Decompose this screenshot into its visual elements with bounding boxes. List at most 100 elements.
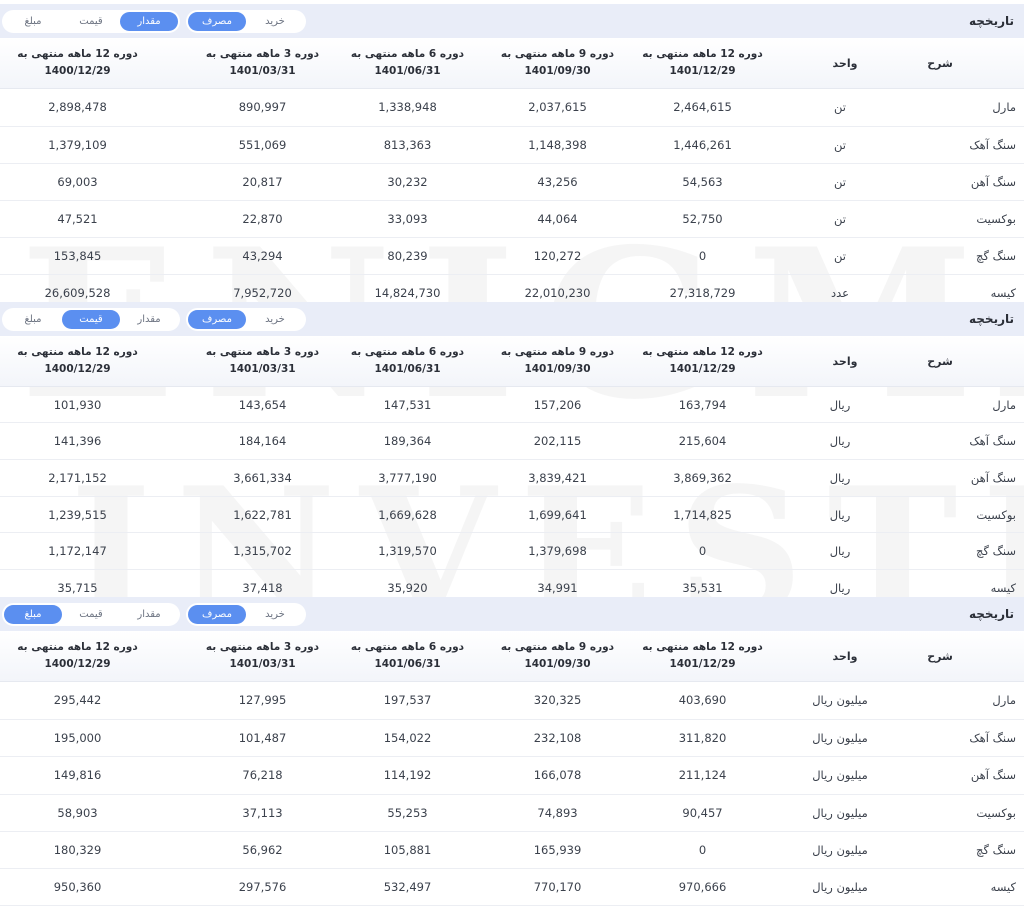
section-title: تاریخچه — [969, 14, 1014, 28]
toggle-bar: مبلغ قیمت مقدار مصرف خرید — [2, 10, 306, 33]
column-header-period: دوره 9 ماهه منتهی به 1401/09/30 — [495, 336, 620, 386]
type-toggle-purchase[interactable]: خرید — [246, 605, 304, 624]
type-toggle-consumption[interactable]: مصرف — [188, 12, 246, 31]
table-row: مارل میلیون ریال 403,690 320,325 197,537 127,… — [0, 682, 1024, 720]
column-header-period: دوره 3 ماهه منتهی به 1401/03/31 — [200, 38, 325, 88]
cell-value: 143,654 — [238, 398, 287, 412]
measure-toggle-price[interactable]: قیمت — [62, 605, 120, 624]
cell-value: 76,218 — [242, 768, 283, 782]
cell-value: 2,037,615 — [528, 100, 587, 114]
section-header: تاریخچه مبلغ قیمت مقدار مصرف خرید — [0, 4, 1024, 38]
cell-description: سنگ آهن — [970, 471, 1016, 485]
cell-value: 232,108 — [533, 731, 582, 745]
cell-description: سنگ آهک — [969, 138, 1016, 152]
type-toggle-purchase[interactable]: خرید — [246, 310, 304, 329]
type-toggle-consumption[interactable]: مصرف — [188, 605, 246, 624]
column-header-period: دوره 3 ماهه منتهی به 1401/03/31 — [200, 336, 325, 386]
history-section: تاریخچه مبلغ قیمت مقدار مصرف خرید شرح واحد دوره … — [0, 4, 1024, 312]
cell-description: سنگ آهک — [969, 731, 1016, 745]
cell-description: سنگ آهک — [969, 434, 1016, 448]
cell-description: بوکسیت — [976, 508, 1016, 522]
cell-value: 101,930 — [53, 398, 102, 412]
cell-value: 56,962 — [242, 843, 283, 857]
cell-value: 1,379,109 — [48, 138, 107, 152]
cell-value: 297,576 — [238, 880, 287, 894]
cell-value: 149,816 — [53, 768, 102, 782]
period-label: دوره 3 ماهه منتهی به — [205, 641, 320, 653]
cell-value: 52,750 — [682, 212, 723, 226]
cell-value: 2,171,152 — [48, 471, 107, 485]
period-date: 1400/12/29 — [44, 65, 111, 77]
table-row: سنگ آهک ریال 215,604 202,115 189,364 184,164 1… — [0, 423, 1024, 460]
table-header-row: شرح واحد دوره 12 ماهه منتهی به 1401/12/29 دو… — [0, 38, 1024, 89]
cell-unit: ریال — [829, 398, 851, 412]
period-date: 1401/06/31 — [374, 658, 441, 670]
cell-value: 43,294 — [242, 249, 283, 263]
cell-value: 3,869,362 — [673, 471, 732, 485]
cell-unit: ریال — [829, 544, 851, 558]
cell-value: 47,521 — [57, 212, 98, 226]
cell-value: 44,064 — [537, 212, 578, 226]
table-row: مارل تن 2,464,615 2,037,615 1,338,948 890,997… — [0, 89, 1024, 127]
measure-toggle-amount[interactable]: مبلغ — [4, 605, 62, 624]
cell-value: 141,396 — [53, 434, 102, 448]
period-date: 1401/12/29 — [669, 65, 736, 77]
column-header-description: شرح — [927, 56, 953, 70]
table-row: سنگ گچ میلیون ریال 0 165,939 105,881 56,962 18… — [0, 832, 1024, 869]
cell-value: 3,661,334 — [233, 471, 292, 485]
column-header-period: دوره 12 ماهه منتهی به 1401/12/29 — [640, 631, 765, 681]
period-label: دوره 6 ماهه منتهی به — [350, 641, 465, 653]
cell-value: 33,093 — [387, 212, 428, 226]
cell-value: 813,363 — [383, 138, 432, 152]
cell-unit: ریال — [829, 434, 851, 448]
cell-value: 180,329 — [53, 843, 102, 857]
cell-description: سنگ آهن — [970, 175, 1016, 189]
type-toggle-group: مصرف خرید — [186, 603, 306, 626]
period-date: 1401/12/29 — [669, 363, 736, 375]
measure-toggle-group: مبلغ قیمت مقدار — [2, 603, 180, 626]
measure-toggle-quantity[interactable]: مقدار — [120, 605, 178, 624]
period-date: 1401/06/31 — [374, 65, 441, 77]
cell-value: 43,256 — [537, 175, 578, 189]
measure-toggle-amount[interactable]: مبلغ — [4, 12, 62, 31]
toggle-bar: مبلغ قیمت مقدار مصرف خرید — [2, 308, 306, 331]
cell-value: 120,272 — [533, 249, 582, 263]
cell-unit: تن — [834, 249, 846, 263]
cell-value: 3,839,421 — [528, 471, 587, 485]
measure-toggle-price[interactable]: قیمت — [62, 12, 120, 31]
measure-toggle-quantity[interactable]: مقدار — [120, 12, 178, 31]
measure-toggle-amount[interactable]: مبلغ — [4, 310, 62, 329]
cell-value: 311,820 — [678, 731, 727, 745]
cell-value: 147,531 — [383, 398, 432, 412]
cell-unit: تن — [834, 138, 846, 152]
column-header-period: دوره 9 ماهه منتهی به 1401/09/30 — [495, 38, 620, 88]
cell-description: سنگ گچ — [976, 249, 1016, 263]
cell-value: 551,069 — [238, 138, 287, 152]
table-header-row: شرح واحد دوره 12 ماهه منتهی به 1401/12/29 دو… — [0, 336, 1024, 387]
cell-value: 1,319,570 — [378, 544, 437, 558]
cell-value: 114,192 — [383, 768, 432, 782]
table-row: سنگ گچ ریال 0 1,379,698 1,319,570 1,315,702 1,… — [0, 533, 1024, 570]
cell-value: 403,690 — [678, 693, 727, 707]
column-header-period: دوره 6 ماهه منتهی به 1401/06/31 — [345, 631, 470, 681]
cell-value: 1,379,698 — [528, 544, 587, 558]
section-title: تاریخچه — [969, 607, 1014, 621]
period-date: 1401/09/30 — [524, 65, 591, 77]
cell-value: 165,939 — [533, 843, 582, 857]
column-header-period: دوره 12 ماهه منتهی به 1400/12/29 — [15, 336, 140, 386]
period-date: 1400/12/29 — [44, 363, 111, 375]
cell-value: 1,239,515 — [48, 508, 107, 522]
section-header: تاریخچه مبلغ قیمت مقدار مصرف خرید — [0, 302, 1024, 336]
history-section: تاریخچه مبلغ قیمت مقدار مصرف خرید شرح واحد دوره … — [0, 597, 1024, 906]
measure-toggle-quantity[interactable]: مقدار — [120, 310, 178, 329]
type-toggle-purchase[interactable]: خرید — [246, 12, 304, 31]
period-date: 1401/06/31 — [374, 363, 441, 375]
measure-toggle-group: مبلغ قیمت مقدار — [2, 10, 180, 33]
type-toggle-consumption[interactable]: مصرف — [188, 310, 246, 329]
period-label: دوره 6 ماهه منتهی به — [350, 346, 465, 358]
cell-value: 320,325 — [533, 693, 582, 707]
cell-value: 30,232 — [387, 175, 428, 189]
cell-unit: ریال — [829, 508, 851, 522]
column-header-unit: واحد — [832, 56, 858, 70]
measure-toggle-price[interactable]: قیمت — [62, 310, 120, 329]
